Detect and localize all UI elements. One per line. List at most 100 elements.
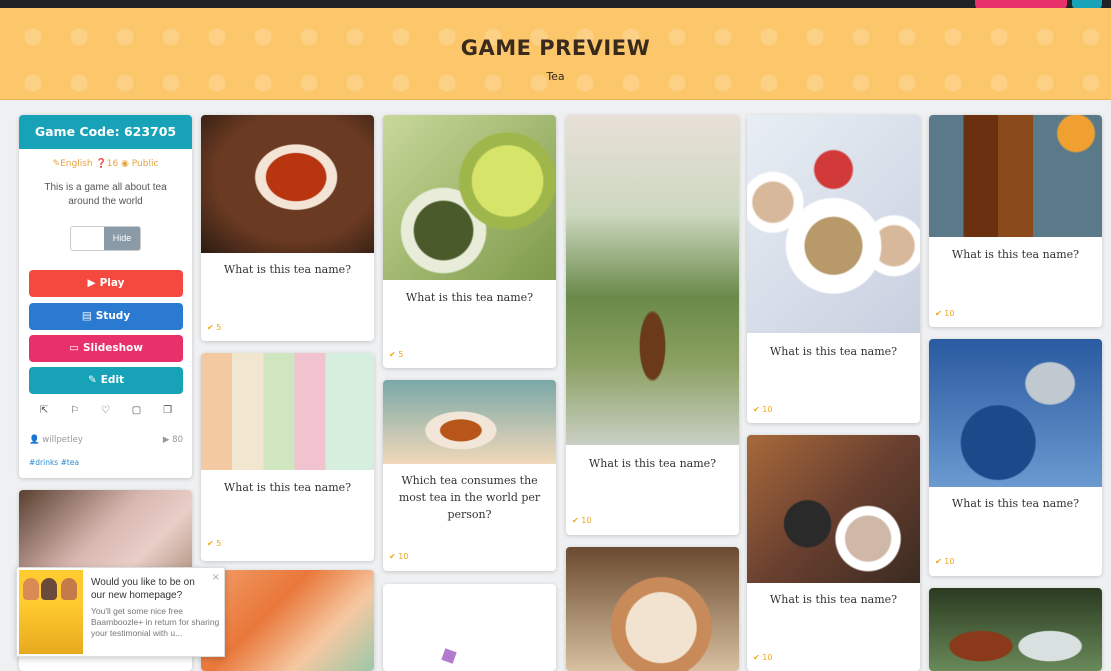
study-label: Study xyxy=(95,310,131,322)
card-points: ✔ 5 xyxy=(207,323,222,332)
points-value: 10 xyxy=(581,516,592,525)
language-icon: ✎ xyxy=(52,159,61,169)
card-question: What is this tea name? xyxy=(769,593,898,606)
game-info-panel: Game Code: 623705 ✎English ❓16 ◉ Public … xyxy=(19,115,192,478)
question-card[interactable]: What is this tea name? ✔ 10 xyxy=(929,339,1102,576)
card-points: ✔ 10 xyxy=(572,516,592,525)
user-icon: 👤 xyxy=(29,435,40,445)
question-card[interactable]: What is this tea name? ✔ 10 xyxy=(747,435,920,671)
card-points: ✔ 10 xyxy=(753,653,773,662)
question-card[interactable] xyxy=(201,570,374,671)
card-question: Which tea consumes the most tea in the w… xyxy=(398,474,541,521)
game-code: Game Code: 623705 xyxy=(19,115,192,149)
question-card[interactable] xyxy=(566,547,739,671)
points-value: 5 xyxy=(398,350,404,359)
card-question: What is this tea name? xyxy=(588,457,717,470)
points-value: 10 xyxy=(398,552,409,561)
card-question: What is this tea name? xyxy=(223,263,352,276)
card-question: What is this tea name? xyxy=(223,481,352,494)
copy-icon[interactable]: ❐ xyxy=(163,405,172,416)
heart-icon[interactable]: ♡ xyxy=(101,405,110,416)
flag-icon[interactable]: ⚐ xyxy=(70,405,79,416)
page-header: GAME PREVIEW Tea xyxy=(0,8,1111,100)
pencil-icon: ✎ xyxy=(87,374,97,386)
card-image xyxy=(201,570,374,671)
card-image xyxy=(929,588,1102,671)
card-image xyxy=(929,339,1102,487)
play-icon: ▶ xyxy=(87,277,96,289)
page-title: GAME PREVIEW xyxy=(460,36,651,60)
card-points: ✔ 10 xyxy=(389,552,409,561)
tea-tag-icon xyxy=(441,648,457,664)
points-value: 10 xyxy=(944,557,955,566)
play-label: Play xyxy=(99,277,125,289)
game-description: This is a game all about tea around the … xyxy=(44,182,167,207)
question-card[interactable] xyxy=(383,584,556,671)
language: English xyxy=(60,159,93,169)
monitor-icon: ▭ xyxy=(69,342,79,354)
points-value: 5 xyxy=(216,323,222,332)
card-image xyxy=(747,115,920,333)
card-image xyxy=(566,547,739,671)
question-card[interactable]: What is this tea name? ✔ 10 xyxy=(929,115,1102,327)
card-image xyxy=(201,115,374,253)
points-value: 10 xyxy=(762,653,773,662)
popup-title: Would you like to be on our new homepage… xyxy=(91,577,195,601)
edit-label: Edit xyxy=(100,374,125,386)
card-points: ✔ 10 xyxy=(753,405,773,414)
card-question: What is this tea name? xyxy=(951,248,1080,261)
points-value: 5 xyxy=(216,539,222,548)
points-value: 10 xyxy=(762,405,773,414)
testimonial-popup[interactable]: Would you like to be on our new homepage… xyxy=(16,567,225,657)
avatar xyxy=(61,578,77,600)
game-toolbar: ⇱ ⚐ ♡ ▢ ❐ xyxy=(29,400,183,420)
visibility: Public xyxy=(131,159,159,169)
card-image xyxy=(929,115,1102,237)
page-subtitle: Tea xyxy=(546,70,565,83)
folder-icon[interactable]: ▢ xyxy=(132,405,141,416)
eye-icon: ◉ xyxy=(121,159,132,169)
owner-name[interactable]: willpetley xyxy=(42,435,83,445)
card-points: ✔ 5 xyxy=(207,539,222,548)
slideshow-label: Slideshow xyxy=(82,342,143,354)
plays-icon: ▶ xyxy=(162,435,170,445)
game-owner-row: 👤 willpetley ▶ 80 xyxy=(29,435,183,445)
popup-thumbnail xyxy=(19,570,83,654)
game-meta: ✎English ❓16 ◉ Public xyxy=(19,159,192,169)
question-count: 16 xyxy=(106,159,119,169)
question-card[interactable]: What is this tea name? ✔ 10 xyxy=(566,115,739,535)
question-card[interactable]: What is this tea name? ✔ 5 xyxy=(201,353,374,561)
top-navbar xyxy=(0,0,1111,10)
card-question: What is this tea name? xyxy=(951,497,1080,510)
card-points: ✔ 10 xyxy=(935,309,955,318)
card-points: ✔ 5 xyxy=(389,350,404,359)
hide-toggle-label: Hide xyxy=(104,227,140,250)
points-value: 10 xyxy=(944,309,955,318)
card-image xyxy=(747,435,920,583)
question-card[interactable]: What is this tea name? ✔ 5 xyxy=(383,115,556,368)
study-button[interactable]: ▤ Study xyxy=(29,303,183,330)
card-image xyxy=(383,115,556,280)
card-image xyxy=(383,380,556,464)
card-points: ✔ 10 xyxy=(935,557,955,566)
edit-button[interactable]: ✎ Edit xyxy=(29,367,183,394)
question-card[interactable]: Which tea consumes the most tea in the w… xyxy=(383,380,556,571)
card-question: What is this tea name? xyxy=(769,345,898,358)
card-image xyxy=(201,353,374,470)
avatar xyxy=(41,578,57,600)
card-question: What is this tea name? xyxy=(405,291,534,304)
book-icon: ▤ xyxy=(81,310,92,322)
card-image xyxy=(566,115,739,445)
hide-toggle[interactable]: Hide xyxy=(70,226,141,251)
play-button[interactable]: ▶ Play xyxy=(29,270,183,297)
play-count: 80 xyxy=(172,435,183,445)
close-icon[interactable]: × xyxy=(212,572,220,583)
popup-body: You'll get some nice free Baamboozle+ in… xyxy=(91,606,220,638)
question-card[interactable]: What is this tea name? ✔ 5 xyxy=(201,115,374,341)
game-tags[interactable]: #drinks #tea xyxy=(29,458,79,467)
slideshow-button[interactable]: ▭ Slideshow xyxy=(29,335,183,362)
share-icon[interactable]: ⇱ xyxy=(40,405,48,416)
question-card[interactable]: What is this tea name? ✔ 10 xyxy=(747,115,920,423)
avatar xyxy=(23,578,39,600)
question-card[interactable] xyxy=(929,588,1102,671)
